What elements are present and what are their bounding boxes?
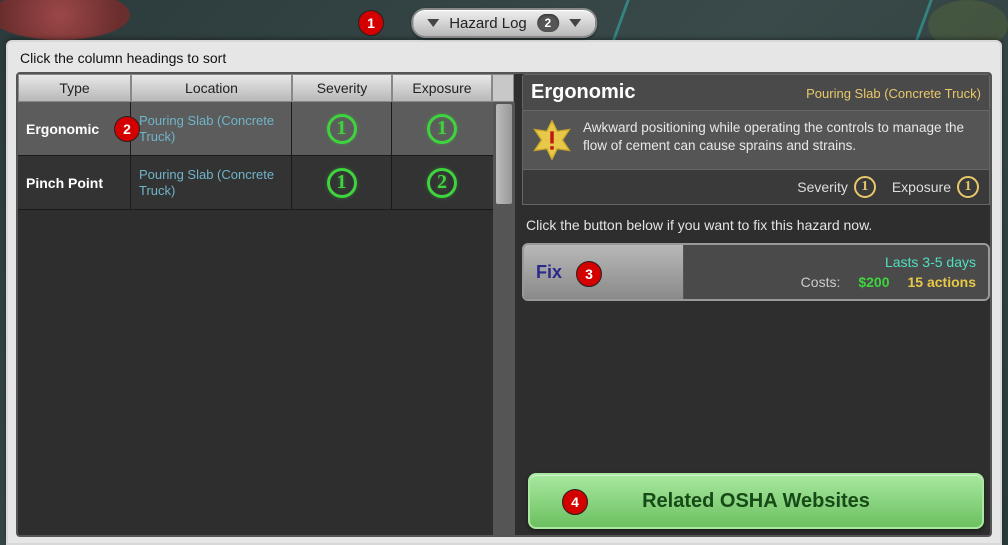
warning-icon [531, 119, 573, 161]
spacer [522, 301, 990, 467]
cell-type: Ergonomic 2 [18, 102, 131, 155]
chevron-down-icon [427, 19, 439, 27]
cell-type-text: Ergonomic [26, 121, 99, 137]
fix-button[interactable]: Fix 3 Lasts 3-5 days Costs: $200 15 acti… [522, 243, 990, 301]
related-osha-button[interactable]: 4 Related OSHA Websites [528, 473, 984, 529]
sort-hint: Click the column headings to sort [16, 46, 992, 72]
scrollbar-thumb[interactable] [496, 104, 512, 204]
fix-button-label: Fix 3 [524, 245, 684, 299]
table-body: Ergonomic 2 Pouring Slab (Concrete Truck… [18, 102, 516, 535]
scrollbar[interactable] [493, 102, 515, 535]
top-bar: Hazard Log 2 [411, 8, 597, 38]
detail-stats-row: Severity 1 Exposure 1 [522, 169, 990, 205]
col-header-location[interactable]: Location [131, 74, 292, 102]
annotation-marker-2: 2 [114, 116, 140, 142]
osha-label: Related OSHA Websites [642, 490, 870, 513]
severity-badge: 1 [327, 168, 357, 198]
detail-severity: Severity 1 [797, 176, 876, 198]
cell-severity: 1 [292, 156, 392, 209]
annotation-marker-1: 1 [358, 10, 384, 36]
hazard-log-button[interactable]: Hazard Log 2 [411, 8, 597, 38]
col-header-severity[interactable]: Severity [292, 74, 392, 102]
col-header-spacer [492, 74, 514, 102]
detail-header: Ergonomic Pouring Slab (Concrete Truck) [522, 74, 990, 111]
col-header-exposure[interactable]: Exposure [392, 74, 492, 102]
main-panel: Click the column headings to sort Type L… [6, 40, 1002, 545]
costs-label: Costs: [801, 274, 841, 290]
col-header-type[interactable]: Type [18, 74, 131, 102]
detail-title: Ergonomic [531, 81, 635, 104]
exposure-value: 1 [957, 176, 979, 198]
severity-value: 1 [854, 176, 876, 198]
fix-costs-row: Costs: $200 15 actions [801, 274, 976, 290]
inner-container: Type Location Severity Exposure Ergonomi… [16, 72, 992, 537]
cell-severity: 1 [292, 102, 392, 155]
cell-exposure: 2 [392, 156, 492, 209]
detail-body: Awkward positioning while operating the … [522, 110, 990, 170]
cost-money: $200 [858, 274, 889, 290]
hazard-table: Type Location Severity Exposure Ergonomi… [18, 74, 516, 535]
cell-location: Pouring Slab (Concrete Truck) [131, 156, 292, 209]
background-blob [0, 0, 130, 40]
exposure-badge: 1 [427, 114, 457, 144]
cost-actions: 15 actions [908, 274, 976, 290]
fix-duration: Lasts 3-5 days [885, 254, 976, 270]
annotation-marker-4: 4 [562, 489, 588, 515]
cell-location: Pouring Slab (Concrete Truck) [131, 102, 292, 155]
detail-exposure: Exposure 1 [892, 176, 979, 198]
table-header-row: Type Location Severity Exposure [18, 74, 516, 102]
cell-exposure: 1 [392, 102, 492, 155]
cell-type: Pinch Point [18, 156, 131, 209]
hazard-count-badge: 2 [537, 14, 559, 32]
table-row[interactable]: Pinch Point Pouring Slab (Concrete Truck… [18, 156, 493, 210]
detail-description: Awkward positioning while operating the … [583, 119, 981, 161]
hazard-log-label: Hazard Log [449, 15, 527, 32]
fix-label-text: Fix [536, 262, 562, 283]
detail-subtitle: Pouring Slab (Concrete Truck) [806, 86, 981, 101]
exposure-label: Exposure [892, 179, 951, 195]
annotation-marker-3: 3 [576, 261, 602, 287]
exposure-badge: 2 [427, 168, 457, 198]
table-row[interactable]: Ergonomic 2 Pouring Slab (Concrete Truck… [18, 102, 493, 156]
severity-label: Severity [797, 179, 848, 195]
fix-hint: Click the button below if you want to fi… [522, 205, 990, 243]
fix-costs: Lasts 3-5 days Costs: $200 15 actions [684, 245, 988, 299]
severity-badge: 1 [327, 114, 357, 144]
detail-pane: Ergonomic Pouring Slab (Concrete Truck) … [522, 74, 990, 535]
chevron-down-icon [569, 19, 581, 27]
